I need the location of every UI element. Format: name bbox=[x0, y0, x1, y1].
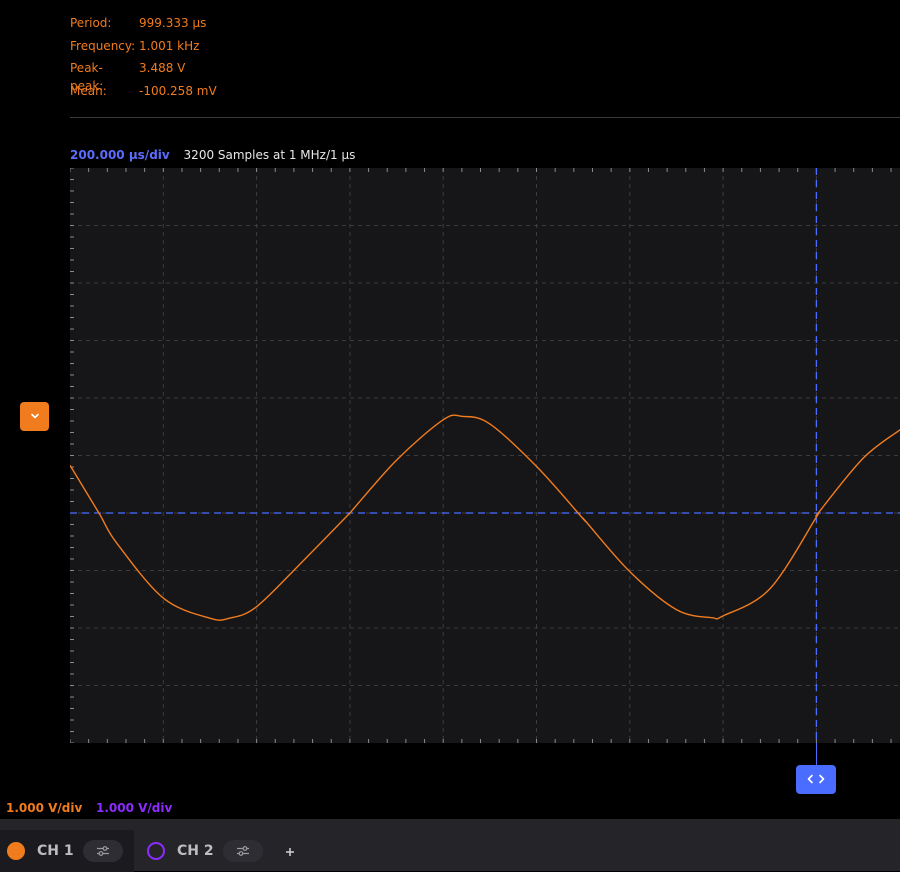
channel-tab-ch1[interactable]: CH 1 bbox=[0, 830, 134, 872]
channel-indicator-dot[interactable] bbox=[7, 842, 25, 860]
sliders-icon bbox=[236, 842, 250, 861]
measurement-value: 3.488 V bbox=[139, 61, 186, 76]
measurement-value: -100.258 mV bbox=[139, 83, 217, 98]
chevrons-left-right-icon bbox=[806, 770, 826, 789]
grid bbox=[70, 168, 900, 743]
measurement-label: Period: bbox=[70, 16, 112, 30]
add-channel-button[interactable] bbox=[280, 841, 300, 861]
sliders-icon bbox=[96, 842, 110, 861]
measurement-value: 1.001 kHz bbox=[139, 38, 200, 53]
plus-icon bbox=[285, 842, 295, 861]
channel-indicator-dot[interactable] bbox=[147, 842, 165, 860]
channel-settings-button[interactable] bbox=[83, 840, 123, 862]
measurement-label: Mean: bbox=[70, 83, 107, 98]
channel-bar: CH 1 CH 2 bbox=[0, 819, 900, 872]
ch1-offset-marker[interactable] bbox=[20, 402, 49, 431]
timebase-info: 200.000 µs/div 3200 Samples at 1 MHz/1 µ… bbox=[70, 147, 355, 163]
measurement-label: Frequency: bbox=[70, 38, 136, 53]
ch2-volts-per-div[interactable]: 1.000 V/div bbox=[96, 800, 172, 816]
ch1-waveform-line bbox=[70, 414, 900, 621]
chevron-down-icon bbox=[29, 407, 41, 426]
ch1-volts-per-div[interactable]: 1.000 V/div bbox=[6, 800, 82, 816]
measurements-divider bbox=[70, 117, 900, 118]
trigger-handle-stem bbox=[815, 743, 817, 765]
oscilloscope-display[interactable] bbox=[70, 168, 900, 743]
waveform-plot[interactable] bbox=[70, 168, 900, 743]
sample-info: 3200 Samples at 1 MHz/1 µs bbox=[183, 148, 356, 162]
timebase-per-div[interactable]: 200.000 µs/div bbox=[70, 148, 170, 162]
waveform-series bbox=[70, 414, 900, 621]
channel-name: CH 2 bbox=[177, 843, 214, 859]
channel-name: CH 1 bbox=[37, 843, 74, 859]
measurement-value: 999.333 µs bbox=[139, 16, 207, 30]
channel-settings-button[interactable] bbox=[223, 840, 263, 862]
channel-tab-ch2[interactable]: CH 2 bbox=[140, 830, 270, 872]
trigger-position-handle[interactable] bbox=[796, 765, 836, 794]
